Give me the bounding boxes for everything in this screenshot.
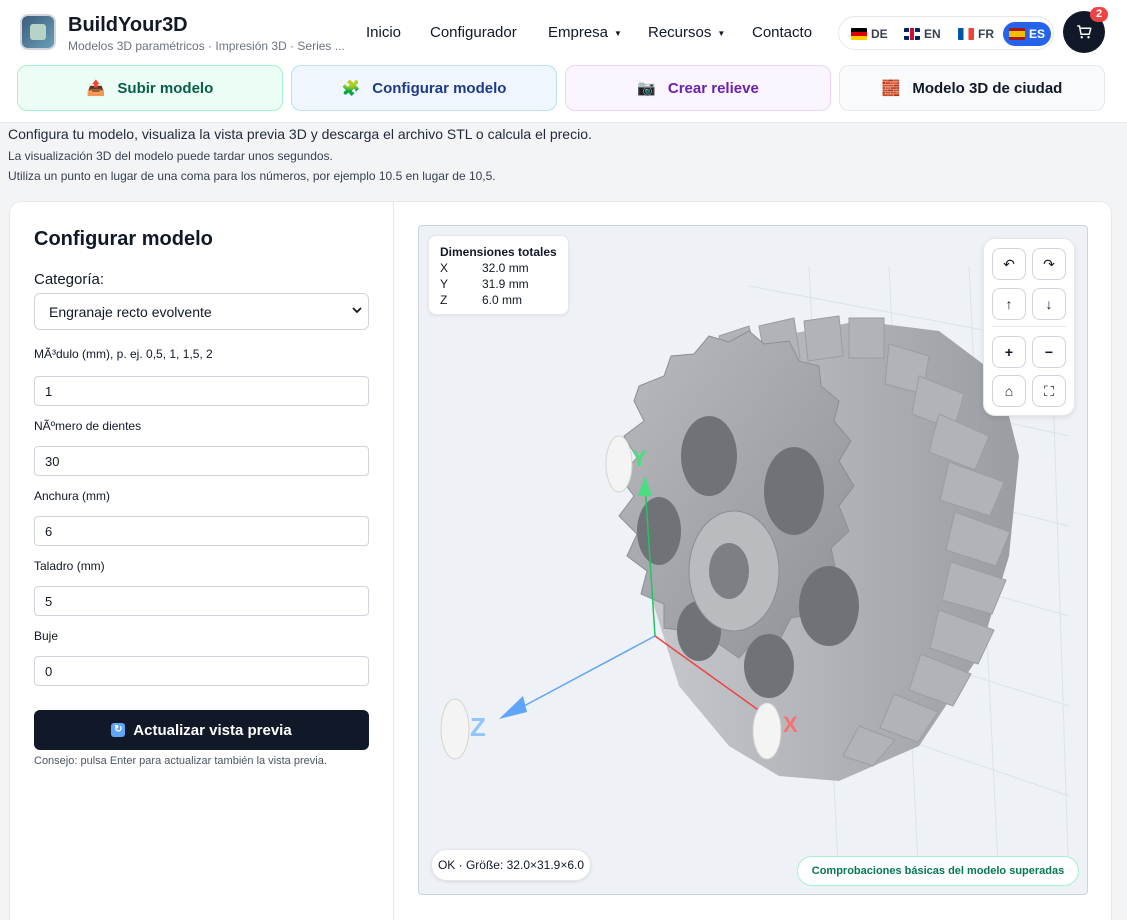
nav-inicio[interactable]: Inicio — [366, 24, 401, 41]
model-status-pill: OK · Größe: 32.0×31.9×6.0 — [431, 849, 591, 881]
nav-configurador[interactable]: Configurador — [430, 24, 517, 41]
update-preview-button[interactable]: ↻ Actualizar vista previa — [34, 710, 369, 750]
gear-model — [618, 315, 1019, 781]
axis-label-y: Y — [632, 446, 647, 471]
lang-code: ES — [1029, 27, 1046, 41]
zoom-out-button[interactable]: − — [1032, 336, 1066, 368]
brand-logo[interactable] — [20, 14, 56, 50]
dim-axis-y: Y — [440, 277, 449, 291]
nav-empresa[interactable]: Empresa ▼ — [548, 24, 622, 41]
category-select[interactable]: Engranaje recto evolvente — [34, 293, 369, 330]
nav-label: Contacto — [752, 24, 813, 41]
form-title: Configurar modelo — [34, 228, 213, 250]
zoom-in-button[interactable]: + — [992, 336, 1026, 368]
upload-box-icon: 📤 — [86, 80, 106, 97]
caret-down-icon: ▼ — [614, 28, 622, 38]
camera-icon: 📷 — [637, 80, 656, 97]
lang-de[interactable]: DE — [847, 22, 892, 46]
field-label-buje: Buje — [34, 629, 59, 643]
axis-label-z: Z — [470, 712, 486, 742]
intro-note-loading: La visualización 3D del modelo puede tar… — [8, 149, 333, 163]
tab-label: Modelo 3D de ciudad — [912, 79, 1063, 97]
tilt-up-button[interactable]: ↑ — [992, 288, 1026, 320]
rotate-left-button[interactable]: ↶ — [992, 248, 1026, 280]
refresh-icon: ↻ — [111, 723, 126, 737]
tab-modelo-ciudad[interactable]: 🧱 Modelo 3D de ciudad — [839, 65, 1105, 111]
reset-view-button[interactable]: ⌂ — [992, 375, 1026, 407]
anchura-input[interactable]: 6 — [34, 516, 369, 546]
cart-icon — [1077, 25, 1092, 39]
lang-code: FR — [978, 27, 994, 41]
dientes-input[interactable]: 30 — [34, 446, 369, 476]
rotate-right-button[interactable]: ↷ — [1032, 248, 1066, 280]
field-label-modulo: MÃ³dulo (mm), p. ej. 0,5, 1, 1,5, 2 — [34, 347, 213, 361]
tab-configurar-modelo[interactable]: 🧩 Configurar modelo — [291, 65, 557, 111]
nav-label: Recursos — [648, 24, 712, 41]
dim-value-x: 32.0 mm — [482, 261, 529, 275]
nav-label: Configurador — [430, 24, 517, 41]
update-preview-label: Actualizar vista previa — [133, 721, 292, 739]
nav-label: Empresa — [548, 24, 609, 41]
arrow-down-icon: ↓ — [1045, 296, 1053, 312]
tilt-down-button[interactable]: ↓ — [1032, 288, 1066, 320]
dim-axis-z: Z — [440, 293, 448, 307]
modulo-input[interactable]: 1 — [34, 376, 369, 406]
dim-axis-x: X — [440, 261, 449, 275]
field-label-anchura: Anchura (mm) — [34, 489, 111, 503]
intro-note-decimal: Utiliza un punto en lugar de una coma pa… — [8, 169, 496, 183]
tab-label: Subir modelo — [117, 79, 214, 97]
category-select-value: Engranaje recto evolvente — [49, 303, 212, 320]
flag-en-icon — [904, 28, 920, 40]
dim-value-y: 31.9 mm — [482, 277, 529, 291]
field-label-taladro: Taladro (mm) — [34, 559, 105, 573]
rotate-left-icon: ↶ — [1003, 255, 1015, 272]
lang-code: EN — [924, 27, 941, 41]
field-label-dientes: NÃºmero de dientes — [34, 419, 142, 433]
nav-label: Inicio — [366, 24, 402, 41]
enter-hint: Consejo: pulsa Enter para actualizar tam… — [34, 755, 327, 767]
zoom-out-icon: − — [1044, 344, 1054, 360]
axis-label-x: X — [783, 712, 798, 737]
cart-count-badge: 2 — [1090, 7, 1108, 22]
dim-value-z: 6.0 mm — [482, 293, 523, 307]
fullscreen-button[interactable]: ⛶ — [1032, 375, 1066, 407]
intro-text: Configura tu modelo, visualiza la vista … — [8, 126, 592, 142]
chevron-down-icon — [352, 307, 362, 314]
flag-es-icon — [1009, 28, 1025, 40]
tab-label: Crear relieve — [667, 79, 759, 97]
nav-recursos[interactable]: Recursos ▼ — [648, 24, 725, 41]
panel-divider — [393, 201, 394, 920]
nav-contacto[interactable]: Contacto — [752, 24, 812, 41]
tab-subir-modelo[interactable]: 📤 Subir modelo — [17, 65, 283, 111]
tab-crear-relieve[interactable]: 📷 Crear relieve — [565, 65, 831, 111]
language-switcher: DE EN FR ES — [838, 16, 1054, 50]
brick-icon: 🧱 — [881, 80, 901, 97]
dimensions-panel: Dimensiones totales X 32.0 mm Y 31.9 mm … — [428, 235, 569, 315]
tab-label: Configurar modelo — [372, 79, 507, 97]
caret-down-icon: ▼ — [717, 28, 726, 38]
brand-title[interactable]: BuildYour3D — [68, 14, 188, 37]
flag-fr-icon — [958, 28, 974, 40]
zoom-in-icon: + — [1004, 344, 1014, 360]
puzzle-icon: 🧩 — [341, 80, 361, 97]
dimensions-title: Dimensiones totales — [440, 245, 557, 259]
lang-code: DE — [871, 27, 888, 41]
taladro-input[interactable]: 5 — [34, 586, 369, 616]
buje-input[interactable]: 0 — [34, 656, 369, 686]
model-checks-badge: Comprobaciones básicas del modelo supera… — [797, 856, 1079, 886]
lang-es[interactable]: ES — [1003, 22, 1052, 46]
lang-fr[interactable]: FR — [954, 22, 998, 46]
category-label: Categoría: — [34, 271, 105, 288]
arrow-up-icon: ↑ — [1005, 296, 1013, 312]
fullscreen-icon: ⛶ — [1044, 382, 1054, 399]
brand-subtitle: Modelos 3D paramétricos · Impresión 3D ·… — [68, 39, 345, 53]
mode-tabs: 📤 Subir modelo 🧩 Configurar modelo 📷 Crear … — [17, 65, 1107, 111]
lang-en[interactable]: EN — [900, 22, 945, 46]
rotate-right-icon: ↷ — [1043, 255, 1055, 272]
controls-separator — [992, 326, 1066, 327]
home-icon: ⌂ — [1004, 383, 1014, 399]
flag-de-icon — [851, 28, 867, 40]
